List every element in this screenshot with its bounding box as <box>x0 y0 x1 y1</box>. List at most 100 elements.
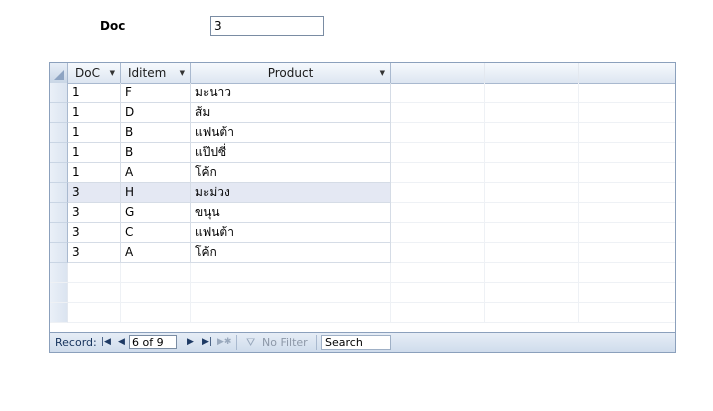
empty-cell <box>579 283 675 303</box>
empty-cell <box>485 143 579 163</box>
datasheet: DoC ▼ Iditem ▼ Product ▼ 1 F มะนาว 1 D ส้ม 1 B แ… <box>49 62 676 353</box>
doc-input[interactable] <box>210 16 324 36</box>
table-row[interactable]: 3 A โค้ก <box>50 243 675 263</box>
empty-cell <box>485 283 579 303</box>
table-row[interactable]: 1 B แป๊ปซี่ <box>50 143 675 163</box>
next-record-icon[interactable]: ▶ <box>187 333 194 352</box>
chevron-down-icon[interactable]: ▼ <box>180 63 185 83</box>
table-cell[interactable]: แฟนต้า <box>191 123 391 143</box>
record-selector[interactable] <box>50 183 68 203</box>
empty-cell <box>485 123 579 143</box>
table-cell[interactable]: ส้ม <box>191 103 391 123</box>
empty-cell <box>485 243 579 263</box>
empty-cell <box>191 283 391 303</box>
empty-cell <box>579 123 675 143</box>
table-cell[interactable]: ขนุน <box>191 203 391 223</box>
empty-column <box>579 63 675 83</box>
column-header-row: DoC ▼ Iditem ▼ Product ▼ <box>50 63 675 84</box>
record-position-input[interactable]: 6 of 9 <box>129 335 177 349</box>
empty-cell <box>579 303 675 323</box>
empty-cell <box>485 303 579 323</box>
table-cell[interactable]: B <box>121 143 191 163</box>
table-cell[interactable]: A <box>121 243 191 263</box>
table-cell[interactable]: F <box>121 83 191 103</box>
empty-cell <box>485 223 579 243</box>
empty-record-selector <box>50 303 68 323</box>
empty-cell <box>121 263 191 283</box>
table-row[interactable]: 1 D ส้ม <box>50 103 675 123</box>
table-cell[interactable]: 3 <box>68 243 121 263</box>
column-header-label: Iditem <box>128 66 167 80</box>
table-cell[interactable]: 1 <box>68 143 121 163</box>
empty-cell <box>68 303 121 323</box>
record-selector[interactable] <box>50 103 68 123</box>
table-cell[interactable]: A <box>121 163 191 183</box>
record-selector[interactable] <box>50 243 68 263</box>
column-header-iditem[interactable]: Iditem ▼ <box>121 63 191 83</box>
table-cell[interactable]: มะม่วง <box>191 183 391 203</box>
table-cell[interactable]: โค้ก <box>191 243 391 263</box>
toolbar-divider <box>236 335 237 350</box>
record-selector[interactable] <box>50 223 68 243</box>
table-row[interactable]: 3 H มะม่วง <box>50 183 675 203</box>
empty-cell <box>68 283 121 303</box>
table-row[interactable]: 1 A โค้ก <box>50 163 675 183</box>
empty-cell <box>579 263 675 283</box>
record-selector[interactable] <box>50 123 68 143</box>
previous-record-icon[interactable]: ◀ <box>118 333 125 352</box>
table-cell[interactable]: G <box>121 203 191 223</box>
empty-cell <box>191 303 391 323</box>
empty-cell <box>391 243 485 263</box>
table-cell[interactable]: H <box>121 183 191 203</box>
table-row[interactable]: 3 G ขนุน <box>50 203 675 223</box>
empty-cell <box>191 263 391 283</box>
empty-column <box>391 63 485 83</box>
table-cell[interactable]: 1 <box>68 103 121 123</box>
record-selector[interactable] <box>50 203 68 223</box>
table-cell[interactable]: B <box>121 123 191 143</box>
column-header-doc[interactable]: DoC ▼ <box>68 63 121 83</box>
record-selector[interactable] <box>50 163 68 183</box>
empty-cell <box>579 83 675 103</box>
empty-cell <box>485 203 579 223</box>
first-record-icon[interactable]: |◀ <box>101 333 111 352</box>
table-cell[interactable]: มะนาว <box>191 83 391 103</box>
select-all-button[interactable] <box>50 63 68 83</box>
table-cell[interactable]: 1 <box>68 123 121 143</box>
record-selector[interactable] <box>50 143 68 163</box>
table-cell[interactable]: D <box>121 103 191 123</box>
chevron-down-icon[interactable]: ▼ <box>110 63 115 83</box>
empty-cell <box>391 303 485 323</box>
table-cell[interactable]: โค้ก <box>191 163 391 183</box>
table-row[interactable]: 1 B แฟนต้า <box>50 123 675 143</box>
empty-cell <box>579 183 675 203</box>
new-record-icon[interactable]: ▶✱ <box>217 333 231 352</box>
table-cell[interactable]: 3 <box>68 223 121 243</box>
no-filter-button[interactable]: No Filter <box>262 333 308 352</box>
table-cell[interactable]: แฟนต้า <box>191 223 391 243</box>
table-cell[interactable]: 1 <box>68 163 121 183</box>
table-row[interactable]: 1 F มะนาว <box>50 83 675 103</box>
empty-cell <box>485 183 579 203</box>
chevron-down-icon[interactable]: ▼ <box>380 63 385 83</box>
empty-cell <box>485 83 579 103</box>
table-cell[interactable]: แป๊ปซี่ <box>191 143 391 163</box>
table-cell[interactable]: 3 <box>68 183 121 203</box>
empty-cell <box>391 103 485 123</box>
table-cell[interactable]: 1 <box>68 83 121 103</box>
last-record-icon[interactable]: ▶| <box>202 333 212 352</box>
column-header-product[interactable]: Product ▼ <box>191 63 391 83</box>
table-cell[interactable]: 3 <box>68 203 121 223</box>
table-cell[interactable]: C <box>121 223 191 243</box>
empty-cell <box>391 263 485 283</box>
empty-cell <box>391 223 485 243</box>
empty-record-selector <box>50 283 68 303</box>
search-input[interactable]: Search <box>321 335 391 350</box>
record-selector[interactable] <box>50 83 68 103</box>
column-header-label: Product <box>267 66 314 80</box>
empty-cell <box>579 223 675 243</box>
empty-cell <box>391 163 485 183</box>
table-row[interactable]: 3 C แฟนต้า <box>50 223 675 243</box>
empty-cell <box>391 83 485 103</box>
empty-row <box>50 263 675 283</box>
